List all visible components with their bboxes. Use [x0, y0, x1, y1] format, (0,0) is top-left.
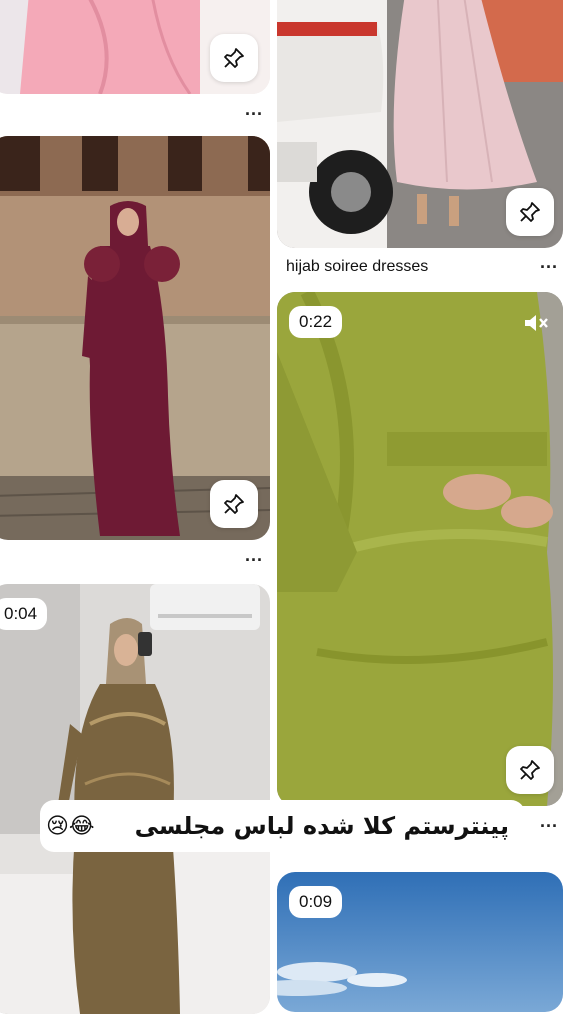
pin-card[interactable]: 0:22 [277, 292, 563, 806]
pin-icon [520, 202, 540, 222]
pin-card[interactable]: 0:04 [0, 584, 270, 1014]
save-pin-button[interactable] [506, 188, 554, 236]
video-duration: 0:04 [0, 598, 48, 630]
save-pin-button[interactable] [210, 480, 258, 528]
more-options-icon[interactable]: ... [540, 253, 558, 271]
more-options-icon[interactable]: ... [245, 546, 263, 564]
pin-icon [224, 48, 244, 68]
more-options-icon[interactable]: ... [540, 812, 558, 830]
more-options-icon[interactable]: ... [245, 100, 263, 118]
pin-card[interactable]: 0:09 [277, 872, 563, 1012]
pin-icon [224, 494, 244, 514]
pin-image [0, 584, 270, 1014]
caption-text: پینترستم کلا شده لباس مجلسی [134, 812, 509, 840]
pin-icon [520, 760, 540, 780]
video-duration: 0:22 [289, 306, 343, 338]
speaker-muted-icon[interactable] [523, 312, 549, 334]
overlay-caption: پینترستم کلا شده لباس مجلسی 😢😂 [40, 800, 525, 852]
save-pin-button[interactable] [210, 34, 258, 82]
pin-card[interactable] [0, 136, 270, 540]
pin-card[interactable] [277, 0, 563, 248]
video-duration: 0:09 [289, 886, 343, 918]
pin-card[interactable] [0, 0, 270, 94]
save-pin-button[interactable] [506, 746, 554, 794]
caption-emoji: 😢😂 [46, 813, 95, 839]
pin-title[interactable]: hijab soiree dresses [286, 258, 428, 276]
pin-image [277, 292, 563, 806]
